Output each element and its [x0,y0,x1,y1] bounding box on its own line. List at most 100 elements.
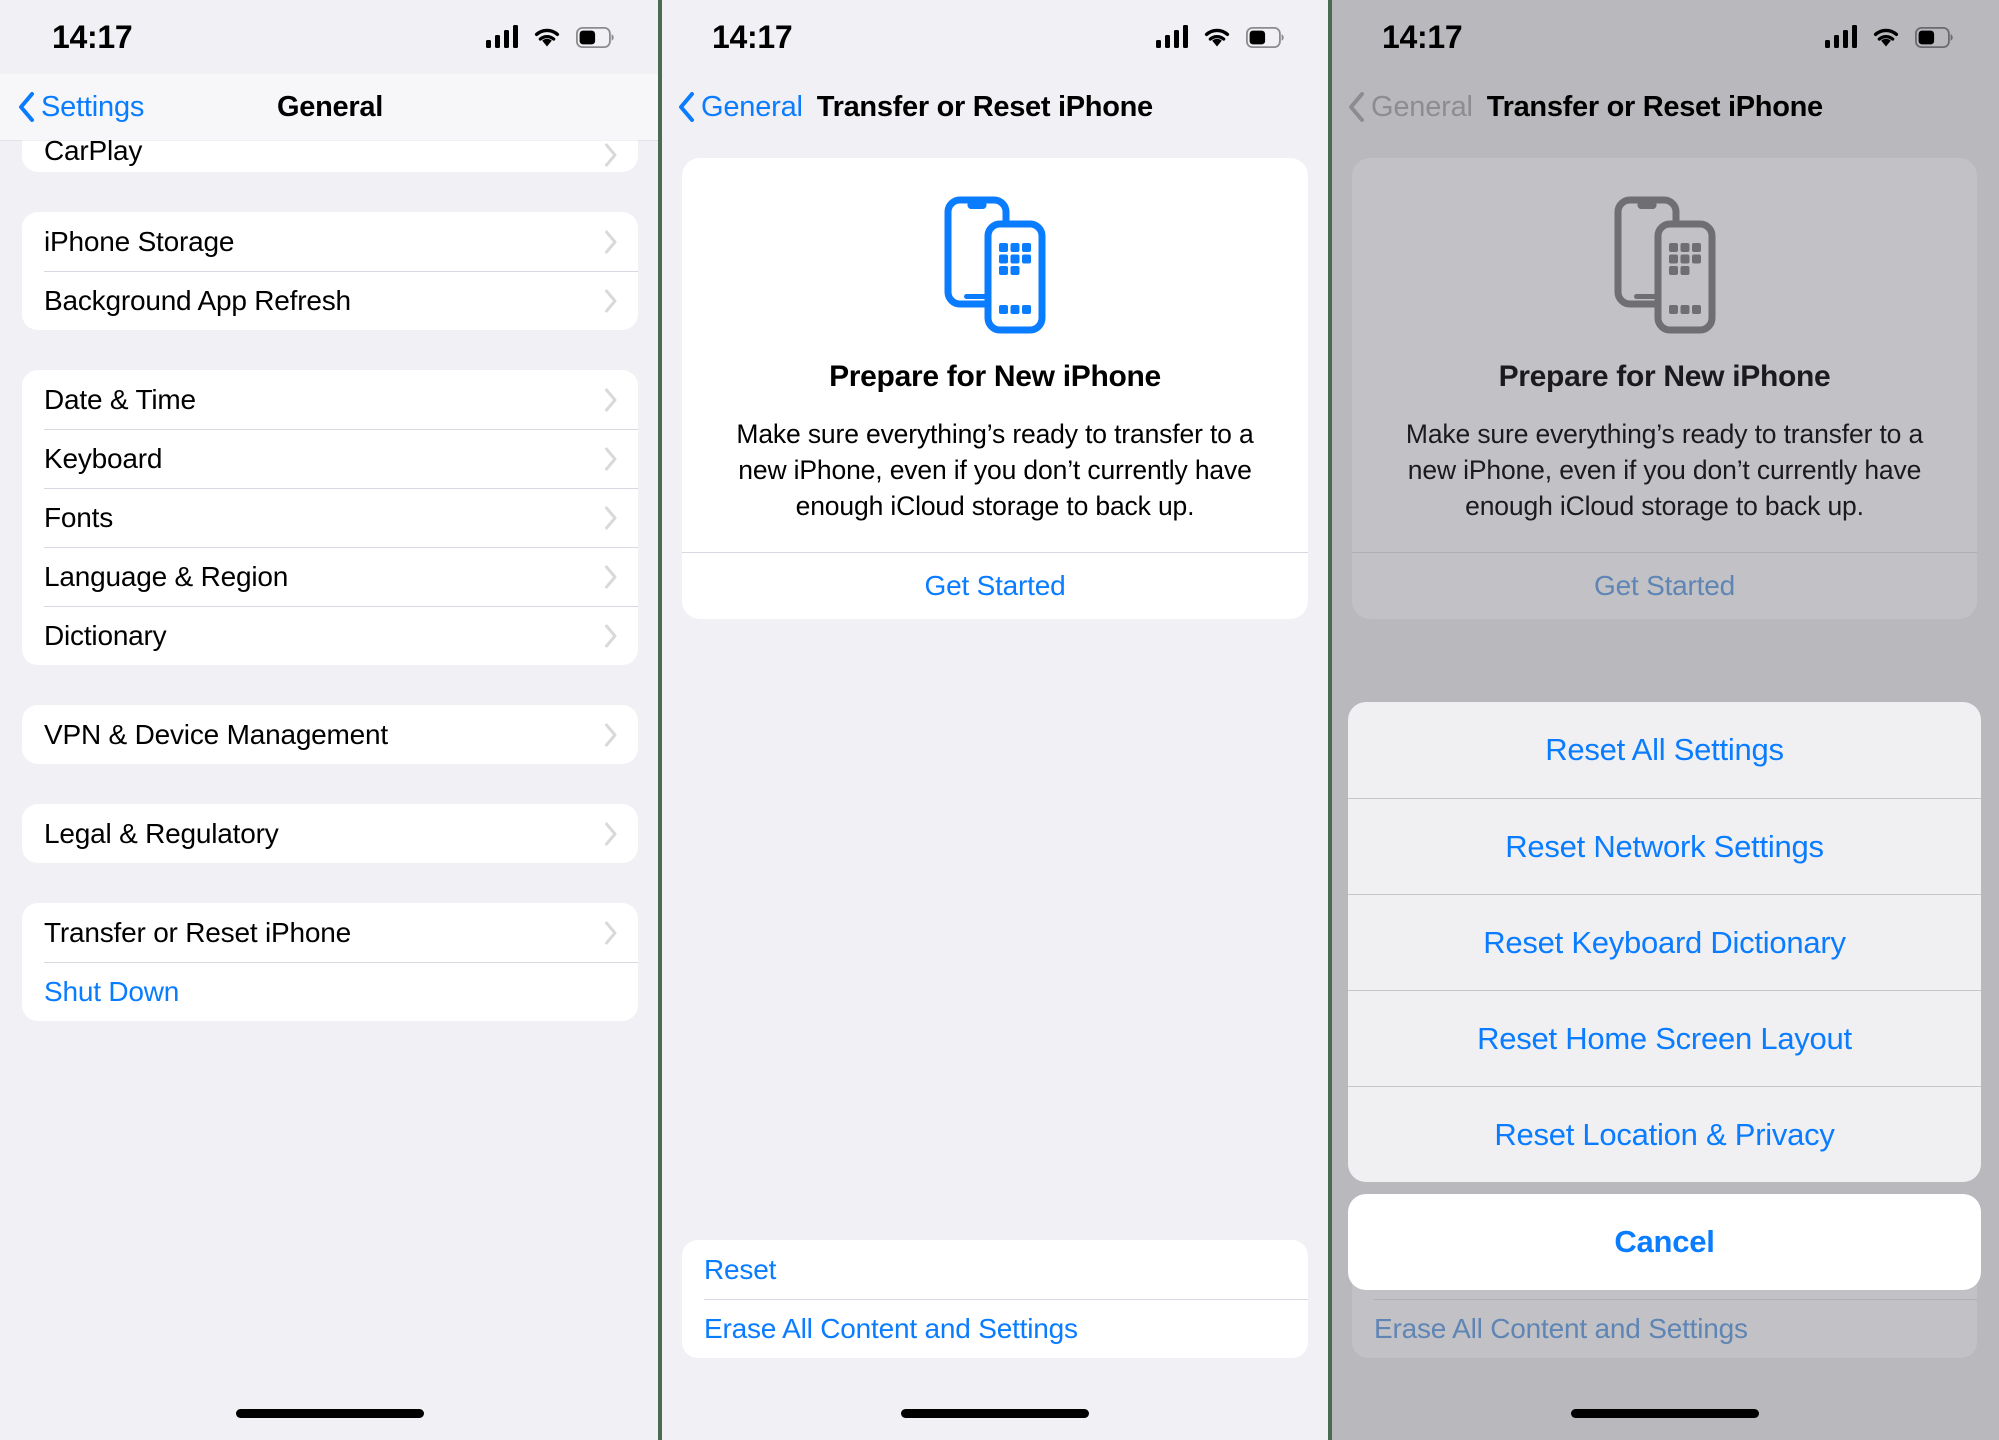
settings-row-legal-regulatory[interactable]: Legal & Regulatory [22,804,638,863]
panel-divider-2 [1328,0,1332,1440]
home-indicator [1570,1409,1759,1418]
battery-icon [576,26,614,48]
action-reset-keyboard-dictionary[interactable]: Reset Keyboard Dictionary [1348,894,1981,990]
chevron-right-icon [605,565,617,588]
settings-row-dictionary[interactable]: Dictionary [22,606,638,665]
prepare-card-body: Make sure everything’s ready to transfer… [1405,419,1924,521]
panel-reset-action-sheet: 14:17 General Transfer or Reset iPhone P… [1330,0,1999,1440]
prepare-for-new-iphone-card: Prepare for New iPhone Make sure everyth… [682,158,1308,619]
settings-group-legal: Legal & Regulatory [22,804,638,863]
page-title: Transfer or Reset iPhone [816,90,1153,123]
status-icon-group [485,25,615,48]
status-time: 14:17 [1382,18,1463,55]
row-label: Legal & Regulatory [44,817,279,849]
chevron-right-icon [605,143,617,167]
action-reset-network-settings[interactable]: Reset Network Settings [1348,798,1981,894]
settings-group-storage: iPhone Storage Background App Refresh [22,212,638,330]
settings-row-language-region[interactable]: Language & Region [22,547,638,606]
action-reset-location-privacy[interactable]: Reset Location & Privacy [1348,1086,1981,1182]
get-started-button[interactable]: Get Started [712,553,1278,619]
battery-icon [1246,26,1284,48]
settings-row-date-time[interactable]: Date & Time [22,370,638,429]
settings-row-background-app-refresh[interactable]: Background App Refresh [22,271,638,330]
back-to-general-button[interactable]: General [678,91,803,124]
row-label: Dictionary [44,619,167,651]
settings-group-transfer-reset: Transfer or Reset iPhone Shut Down [22,903,638,1021]
settings-scroll-area[interactable]: CarPlay iPhone Storage Background App Re… [0,126,660,1426]
erase-all-content-row[interactable]: Erase All Content and Settings [682,1299,1308,1358]
reset-actions-group: Reset Erase All Content and Settings [682,1240,1308,1358]
row-label: Background App Refresh [44,284,351,316]
action-reset-all-settings[interactable]: Reset All Settings [1348,702,1981,798]
chevron-right-icon [605,624,617,647]
row-label: Reset [704,1253,777,1285]
cancel-button[interactable]: Cancel [1348,1194,1981,1290]
row-label: Fonts [44,501,114,533]
back-to-settings-button[interactable]: Settings [18,91,144,124]
chevron-right-icon [605,723,617,746]
settings-group-localization: Date & Time Keyboard Fonts Language & Re… [22,370,638,665]
status-bar-panel-1: 14:17 [0,0,660,74]
prepare-card-body: Make sure everything’s ready to transfer… [736,419,1254,521]
cellular-signal-icon [1155,25,1188,48]
chevron-right-icon [605,230,617,253]
settings-row-shut-down[interactable]: Shut Down [22,962,638,1021]
chevron-right-icon [605,921,617,944]
chevron-right-icon [605,822,617,845]
settings-row-transfer-or-reset-iphone[interactable]: Transfer or Reset iPhone [22,903,638,962]
row-label: VPN & Device Management [44,718,389,750]
two-iphones-transfer-icon [944,196,1046,334]
three-panel-screenshot: 14:17 Settings General CarPlay iPhone St… [0,0,1999,1440]
battery-icon [1915,26,1953,48]
back-label: General [1371,90,1473,123]
status-icon-group [1824,25,1954,48]
panel-divider-1 [658,0,662,1440]
cellular-signal-icon [485,25,518,48]
row-label: Erase All Content and Settings [1374,1312,1748,1344]
prepare-for-new-iphone-card: Prepare for New iPhone Make sure everyth… [1352,158,1977,619]
action-sheet-options: Reset All Settings Reset Network Setting… [1348,702,1981,1182]
nav-bar-panel-1: Settings General [0,74,660,140]
page-title: Transfer or Reset iPhone [1486,90,1823,123]
chevron-right-icon [605,506,617,529]
cellular-signal-icon [1824,25,1857,48]
prepare-card-title: Prepare for New iPhone [829,360,1161,393]
chevron-left-icon [1349,92,1364,122]
home-indicator [236,1409,424,1418]
transfer-reset-content: Prepare for New iPhone Make sure everyth… [660,158,1330,1440]
settings-row-iphone-storage[interactable]: iPhone Storage [22,212,638,271]
back-to-general-button[interactable]: General [1348,91,1473,124]
panel-general-settings: 14:17 Settings General CarPlay iPhone St… [0,0,660,1440]
back-label: General [701,90,803,123]
get-started-button: Get Started [1594,570,1735,601]
status-bar-panel-3: 14:17 [1330,0,1999,74]
panel-transfer-or-reset: 14:17 General Transfer or Reset iPhone P… [660,0,1330,1440]
status-time: 14:17 [712,18,793,55]
chevron-left-icon [679,92,694,122]
wifi-icon [1204,28,1230,47]
row-label: Language & Region [44,560,289,592]
chevron-right-icon [605,447,617,470]
row-label: Keyboard [44,442,163,474]
row-label: Shut Down [44,975,180,1007]
action-reset-home-screen-layout[interactable]: Reset Home Screen Layout [1348,990,1981,1086]
settings-row-fonts[interactable]: Fonts [22,488,638,547]
chevron-right-icon [605,289,617,312]
home-indicator [901,1409,1089,1418]
nav-bar-panel-3: General Transfer or Reset iPhone [1330,74,1999,140]
two-iphones-transfer-icon [1614,196,1715,334]
settings-row-keyboard[interactable]: Keyboard [22,429,638,488]
erase-all-content-row: Erase All Content and Settings [1352,1299,1977,1358]
settings-row-vpn-device-management[interactable]: VPN & Device Management [22,705,638,764]
status-time: 14:17 [52,18,133,55]
nav-bar-panel-2: General Transfer or Reset iPhone [660,74,1330,140]
row-label: Erase All Content and Settings [704,1312,1078,1344]
row-label: iPhone Storage [44,225,235,257]
row-label: Transfer or Reset iPhone [44,916,351,948]
reset-action-sheet: Reset All Settings Reset Network Setting… [1348,702,1981,1290]
reset-row[interactable]: Reset [682,1240,1308,1299]
status-icon-group [1155,25,1285,48]
back-label: Settings [41,90,145,123]
chevron-left-icon [19,92,34,122]
prepare-card-title: Prepare for New iPhone [1498,360,1831,393]
